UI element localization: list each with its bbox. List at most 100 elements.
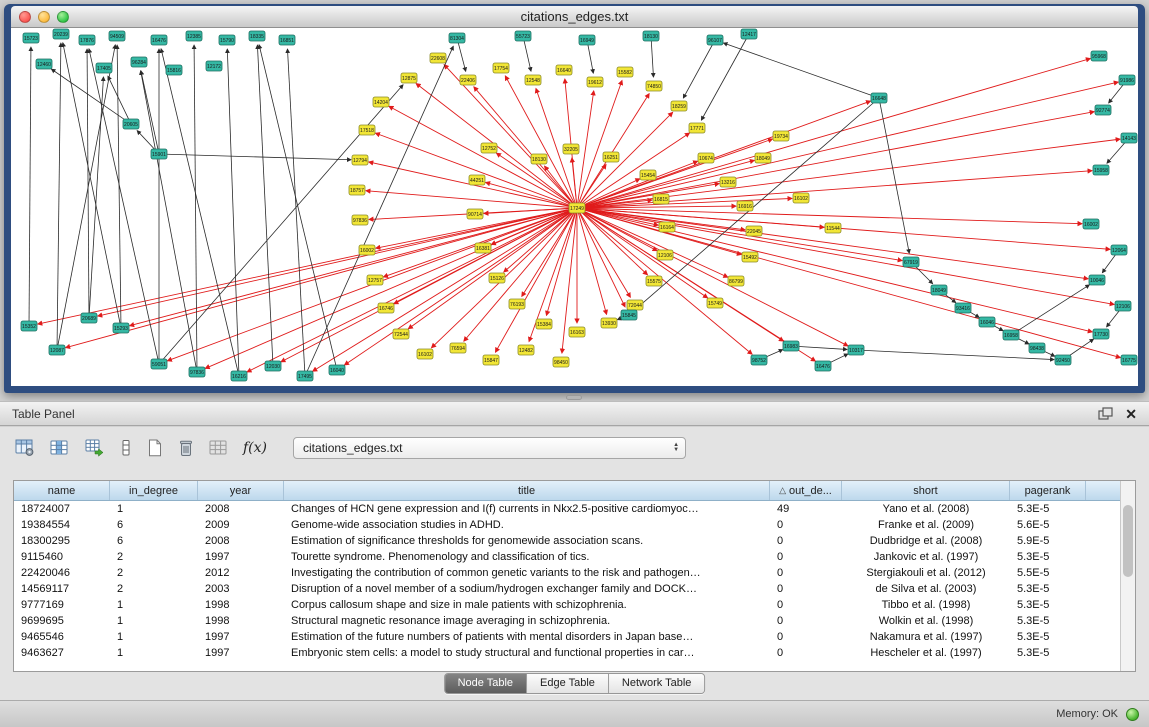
graph-node[interactable]: 12417: [741, 29, 757, 39]
graph-node[interactable]: 44251: [469, 175, 485, 185]
network-canvas[interactable]: 1724922608128751420417518127941875797836…: [11, 28, 1138, 386]
graph-node[interactable]: 15847: [483, 355, 499, 365]
graph-node[interactable]: 18130: [643, 31, 659, 41]
graph-node[interactable]: 72044: [627, 300, 643, 310]
graph-node[interactable]: 17754: [493, 63, 509, 73]
graph-node[interactable]: 18259: [671, 101, 687, 111]
function-builder-icon[interactable]: f(x): [243, 440, 267, 456]
graph-node[interactable]: 15582: [617, 67, 633, 77]
graph-node[interactable]: 10674: [698, 153, 714, 163]
graph-node[interactable]: 17249: [569, 203, 585, 213]
graph-node[interactable]: 12757: [367, 275, 383, 285]
graph-node[interactable]: 18335: [249, 31, 265, 41]
graph-node[interactable]: 93416: [955, 303, 971, 313]
graph-node[interactable]: 86799: [728, 276, 744, 286]
graph-node[interactable]: 22608: [430, 53, 446, 63]
tab-network-table[interactable]: Network Table: [609, 674, 705, 693]
table-row[interactable]: 1938455462009Genome-wide association stu…: [14, 517, 1120, 533]
graph-node[interactable]: 16949: [579, 35, 595, 45]
graph-node[interactable]: 15126: [489, 273, 505, 283]
graph-node[interactable]: 16040: [329, 365, 345, 375]
graph-node[interactable]: 14204: [373, 97, 389, 107]
column-header-name[interactable]: name: [14, 481, 110, 500]
table-row[interactable]: 1456911722003Disruption of a novel membe…: [14, 581, 1120, 597]
graph-node[interactable]: 15352: [21, 321, 37, 331]
graph-node[interactable]: 13930: [601, 318, 617, 328]
graph-node[interactable]: 95968: [1091, 51, 1107, 61]
panel-resize-handle[interactable]: [566, 395, 582, 400]
graph-node[interactable]: 15293: [113, 323, 129, 333]
close-panel-icon[interactable]: ✕: [1125, 407, 1137, 421]
graph-node[interactable]: 96107: [707, 35, 723, 45]
export-table-icon[interactable]: [84, 438, 106, 458]
graph-node[interactable]: 16163: [569, 327, 585, 337]
table-row[interactable]: 2242004622012Investigating the contribut…: [14, 565, 1120, 581]
graph-node[interactable]: 17771: [689, 123, 705, 133]
graph-node[interactable]: 22045: [746, 226, 762, 236]
column-header-short[interactable]: short: [842, 481, 1010, 500]
graph-node[interactable]: 16046: [979, 317, 995, 327]
graph-node[interactable]: 16216: [231, 371, 247, 381]
graph-node[interactable]: 15384: [536, 319, 552, 329]
column-header-out_de[interactable]: △out_de...: [770, 481, 842, 500]
graph-node[interactable]: 12106: [1115, 301, 1131, 311]
table-row[interactable]: 946362711997Embryonic stem cells: a mode…: [14, 645, 1120, 661]
table-row[interactable]: 969969511998Structural magnetic resonanc…: [14, 613, 1120, 629]
graph-node[interactable]: 13216: [720, 177, 736, 187]
graph-node[interactable]: 74850: [646, 81, 662, 91]
graph-node[interactable]: 16164: [659, 222, 675, 232]
graph-node[interactable]: 91986: [1119, 75, 1135, 85]
graph-node[interactable]: 98752: [751, 355, 767, 365]
delete-column-icon[interactable]: [177, 438, 195, 458]
graph-node[interactable]: 12385: [186, 31, 202, 41]
graph-node[interactable]: 15492: [742, 252, 758, 262]
vertical-scrollbar[interactable]: [1120, 481, 1135, 671]
graph-node[interactable]: 98450: [553, 357, 569, 367]
graph-node[interactable]: 16102: [417, 349, 433, 359]
graph-node[interactable]: 11544: [825, 223, 841, 233]
table-settings-icon[interactable]: [14, 438, 36, 458]
graph-node[interactable]: 17495: [297, 371, 313, 381]
graph-node[interactable]: 15901: [151, 149, 167, 159]
graph-node[interactable]: 18049: [755, 153, 771, 163]
table-selector-dropdown[interactable]: citations_edges.txt ▲▼: [293, 437, 686, 459]
graph-node[interactable]: 67919: [903, 257, 919, 267]
graph-node[interactable]: 15958: [1093, 165, 1109, 175]
graph-node[interactable]: 15749: [707, 298, 723, 308]
graph-node[interactable]: 12087: [49, 345, 65, 355]
graph-node[interactable]: 96284: [131, 57, 147, 67]
graph-node[interactable]: 16746: [378, 303, 394, 313]
graph-node[interactable]: 76193: [509, 299, 525, 309]
column-header-pagerank[interactable]: pagerank: [1010, 481, 1086, 500]
graph-node[interactable]: 98438: [1029, 343, 1045, 353]
graph-node[interactable]: 12548: [525, 75, 541, 85]
graph-node[interactable]: 12794: [352, 155, 368, 165]
close-button[interactable]: [19, 11, 31, 23]
graph-node[interactable]: 18049: [931, 285, 947, 295]
graph-node[interactable]: 16251: [603, 152, 619, 162]
scrollbar-thumb[interactable]: [1123, 505, 1133, 577]
graph-node[interactable]: 12172: [206, 61, 222, 71]
row-height-icon[interactable]: [119, 438, 133, 458]
graph-node[interactable]: 16815: [653, 194, 669, 204]
graph-node[interactable]: 90714: [467, 209, 483, 219]
graph-node[interactable]: 17405: [96, 63, 112, 73]
graph-node[interactable]: 19734: [773, 131, 789, 141]
graph-node[interactable]: 12460: [36, 59, 52, 69]
import-table-icon[interactable]: [208, 438, 230, 458]
graph-node[interactable]: 15575: [646, 276, 662, 286]
table-row[interactable]: 911546021997Tourette syndrome. Phenomeno…: [14, 549, 1120, 565]
graph-node[interactable]: 16102: [793, 193, 809, 203]
graph-node[interactable]: 97836: [352, 215, 368, 225]
graph-node[interactable]: 10317: [848, 345, 864, 355]
graph-node[interactable]: 32205: [563, 144, 579, 154]
graph-node[interactable]: 20239: [53, 29, 69, 39]
graph-node[interactable]: 18757: [349, 185, 365, 195]
graph-node[interactable]: 16958: [1003, 330, 1019, 340]
table-row[interactable]: 977716911998Corpus callosum shape and si…: [14, 597, 1120, 613]
graph-node[interactable]: 16002: [1083, 219, 1099, 229]
column-header-in_degree[interactable]: in_degree: [110, 481, 198, 500]
graph-node[interactable]: 16983: [783, 341, 799, 351]
graph-node[interactable]: 16002: [359, 245, 375, 255]
graph-node[interactable]: 20689: [81, 313, 97, 323]
